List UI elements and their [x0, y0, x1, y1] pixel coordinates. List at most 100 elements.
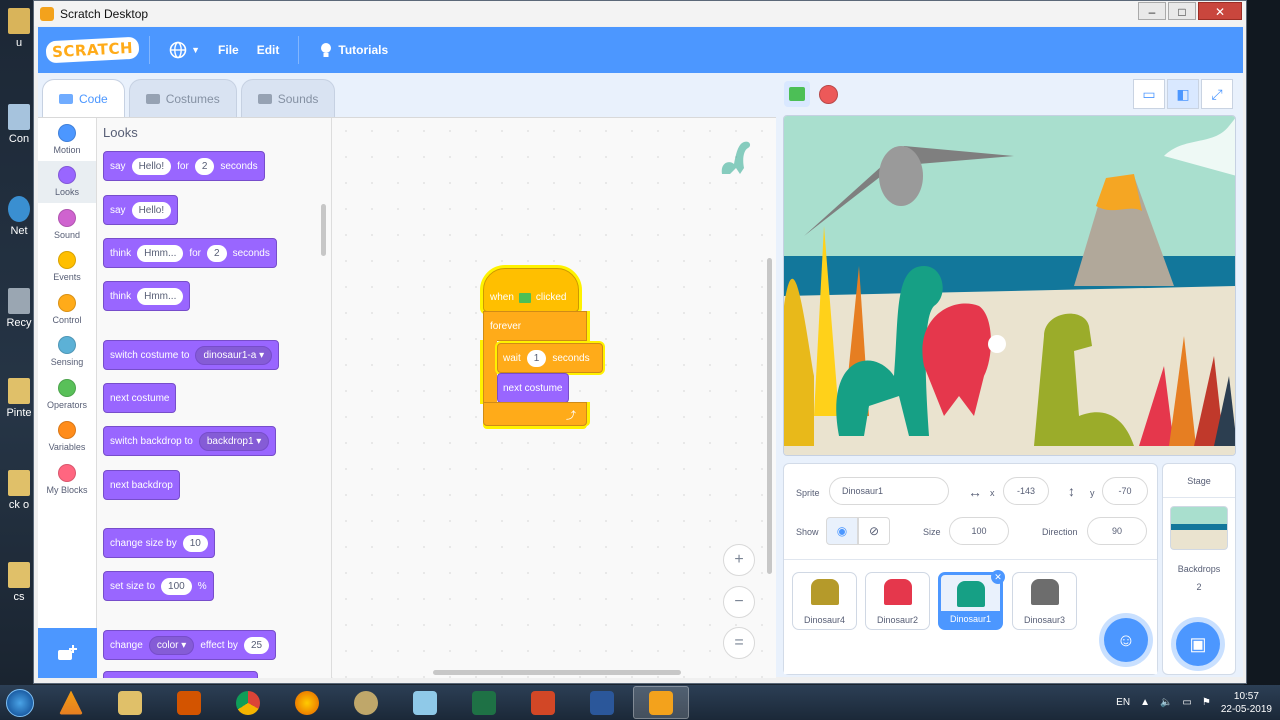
hide-button[interactable]: ⊘	[858, 517, 890, 545]
sprite-card-dinosaur2[interactable]: Dinosaur2	[865, 572, 930, 630]
clock[interactable]: 10:57 22-05-2019	[1221, 690, 1272, 716]
zoom-reset-button[interactable]: =	[723, 627, 755, 659]
x-input[interactable]: -143	[1003, 477, 1049, 505]
tray-chevron-icon[interactable]: ▲	[1140, 697, 1150, 708]
block-input[interactable]: 10	[182, 534, 208, 552]
block-next-costume[interactable]: next costume	[103, 383, 177, 413]
costume-dropdown[interactable]: dinosaur1-a ▾	[195, 345, 273, 365]
stop-button[interactable]	[819, 85, 838, 104]
block-input[interactable]: 2	[207, 244, 227, 262]
block-input[interactable]: 100	[161, 577, 192, 595]
choose-sprite-button[interactable]: ☺	[1104, 618, 1148, 662]
block-set-size[interactable]: set size to 100 %	[103, 571, 214, 601]
desktop-icon-folder-3[interactable]: cs	[2, 562, 36, 603]
language-indicator[interactable]: EN	[1116, 697, 1130, 708]
forever-block[interactable]: forever	[483, 311, 587, 341]
delete-sprite-icon[interactable]: ✕	[991, 570, 1005, 584]
taskbar-paint[interactable]	[338, 686, 394, 719]
backdrop-dropdown[interactable]: backdrop1 ▾	[198, 431, 270, 451]
category-looks[interactable]: Looks	[38, 160, 96, 203]
block-switch-backdrop[interactable]: switch backdrop to backdrop1 ▾	[103, 426, 277, 456]
tab-sounds[interactable]: Sounds	[240, 79, 336, 117]
sprite-card-dinosaur1[interactable]: Dinosaur1 ✕	[938, 570, 1005, 630]
block-think[interactable]: think Hmm...	[103, 281, 191, 311]
category-control[interactable]: Control	[38, 288, 96, 331]
zoom-in-button[interactable]: +	[723, 544, 755, 576]
script-area[interactable]: when clicked forever wait 1 seconds next…	[333, 118, 776, 678]
block-input[interactable]: Hmm...	[137, 244, 184, 262]
category-my-blocks[interactable]: My Blocks	[38, 458, 96, 501]
desktop-icon-folder-1[interactable]: Pinte	[2, 378, 36, 419]
category-sensing[interactable]: Sensing	[38, 331, 96, 374]
category-sound[interactable]: Sound	[38, 203, 96, 246]
block-input[interactable]: 25	[243, 636, 270, 654]
taskbar-chrome[interactable]	[220, 686, 276, 719]
taskbar-firefox[interactable]	[279, 686, 335, 719]
taskbar-explorer[interactable]	[102, 686, 158, 719]
small-stage-button[interactable]: ▭	[1133, 79, 1165, 109]
script-horizontal-scrollbar[interactable]	[433, 670, 681, 675]
effect-dropdown[interactable]: color ▾	[148, 635, 195, 655]
when-flag-clicked-block[interactable]: when clicked	[483, 268, 579, 312]
desktop-icon-network[interactable]: Net	[2, 196, 36, 237]
desktop-icon-user[interactable]: u	[2, 8, 36, 49]
minimize-button[interactable]: –	[1138, 2, 1166, 20]
block-input[interactable]: 2	[194, 157, 215, 175]
notification-icon[interactable]: ⚑	[1202, 697, 1211, 708]
network-icon[interactable]: ▭	[1182, 697, 1191, 708]
taskbar-notes[interactable]	[397, 686, 453, 719]
zoom-out-button[interactable]: −	[723, 586, 755, 618]
desktop-icon-recycle-bin[interactable]: Recy	[2, 288, 36, 329]
direction-input[interactable]: 90	[1087, 517, 1147, 545]
script-vertical-scrollbar[interactable]	[767, 258, 772, 574]
size-input[interactable]: 100	[949, 517, 1009, 545]
taskbar-excel[interactable]	[456, 686, 512, 719]
close-button[interactable]: ✕	[1198, 2, 1242, 20]
block-think-for-secs[interactable]: think Hmm... for 2 seconds	[103, 238, 277, 268]
show-visible-button[interactable]: ◉	[826, 517, 858, 545]
scratch-logo[interactable]: SCRATCH	[45, 36, 140, 64]
sprite-name-input[interactable]: Dinosaur1	[829, 477, 949, 505]
desktop-icon-folder-2[interactable]: ck o	[2, 470, 36, 511]
volume-icon[interactable]: 🔈	[1160, 697, 1172, 708]
language-menu[interactable]: ▼	[160, 41, 209, 59]
taskbar-vlc[interactable]	[43, 686, 99, 719]
sprite-card-dinosaur4[interactable]: Dinosaur4	[792, 572, 857, 630]
category-operators[interactable]: Operators	[38, 373, 96, 416]
add-extension-button[interactable]	[38, 628, 97, 678]
stage-selector[interactable]: Stage Backdrops 2 ▣	[1162, 463, 1236, 675]
category-motion[interactable]: Motion	[38, 118, 96, 161]
block-change-size[interactable]: change size by 10	[103, 528, 215, 558]
next-costume-block[interactable]: next costume	[497, 373, 569, 403]
taskbar-scratch[interactable]	[633, 686, 689, 719]
block-switch-costume[interactable]: switch costume to dinosaur1-a ▾	[103, 340, 280, 370]
green-flag-button[interactable]	[784, 81, 810, 107]
choose-backdrop-button[interactable]: ▣	[1176, 622, 1220, 666]
large-stage-button[interactable]: ◧	[1167, 79, 1199, 109]
tutorials-menu[interactable]: Tutorials	[309, 41, 397, 59]
category-events[interactable]: Events	[38, 246, 96, 289]
wait-block[interactable]: wait 1 seconds	[497, 343, 603, 373]
block-say[interactable]: say Hello!	[103, 195, 179, 225]
tab-code[interactable]: Code	[42, 79, 125, 117]
maximize-button[interactable]: □	[1168, 2, 1196, 20]
fullscreen-button[interactable]: ⤢	[1201, 79, 1233, 109]
file-menu[interactable]: File	[209, 43, 248, 57]
block-input[interactable]: Hello!	[131, 157, 172, 175]
taskbar-powerpoint[interactable]	[515, 686, 571, 719]
taskbar-word[interactable]	[574, 686, 630, 719]
block-change-effect[interactable]: change color ▾ effect by 25	[103, 630, 277, 660]
wait-input[interactable]: 1	[526, 349, 547, 367]
block-next-backdrop[interactable]: next backdrop	[103, 470, 180, 500]
edit-menu[interactable]: Edit	[248, 43, 289, 57]
block-say-for-secs[interactable]: say Hello! for 2 seconds	[103, 151, 265, 181]
sprite-card-dinosaur3[interactable]: Dinosaur3	[1012, 572, 1077, 630]
stage-canvas[interactable]	[783, 115, 1236, 456]
block-input[interactable]: Hmm...	[137, 287, 184, 305]
y-input[interactable]: -70	[1102, 477, 1148, 505]
category-variables[interactable]: Variables	[38, 416, 96, 459]
start-button[interactable]	[0, 685, 40, 720]
tab-costumes[interactable]: Costumes	[128, 79, 237, 117]
block-partial[interactable]	[103, 671, 258, 678]
desktop-icon-computer[interactable]: Con	[2, 104, 36, 145]
